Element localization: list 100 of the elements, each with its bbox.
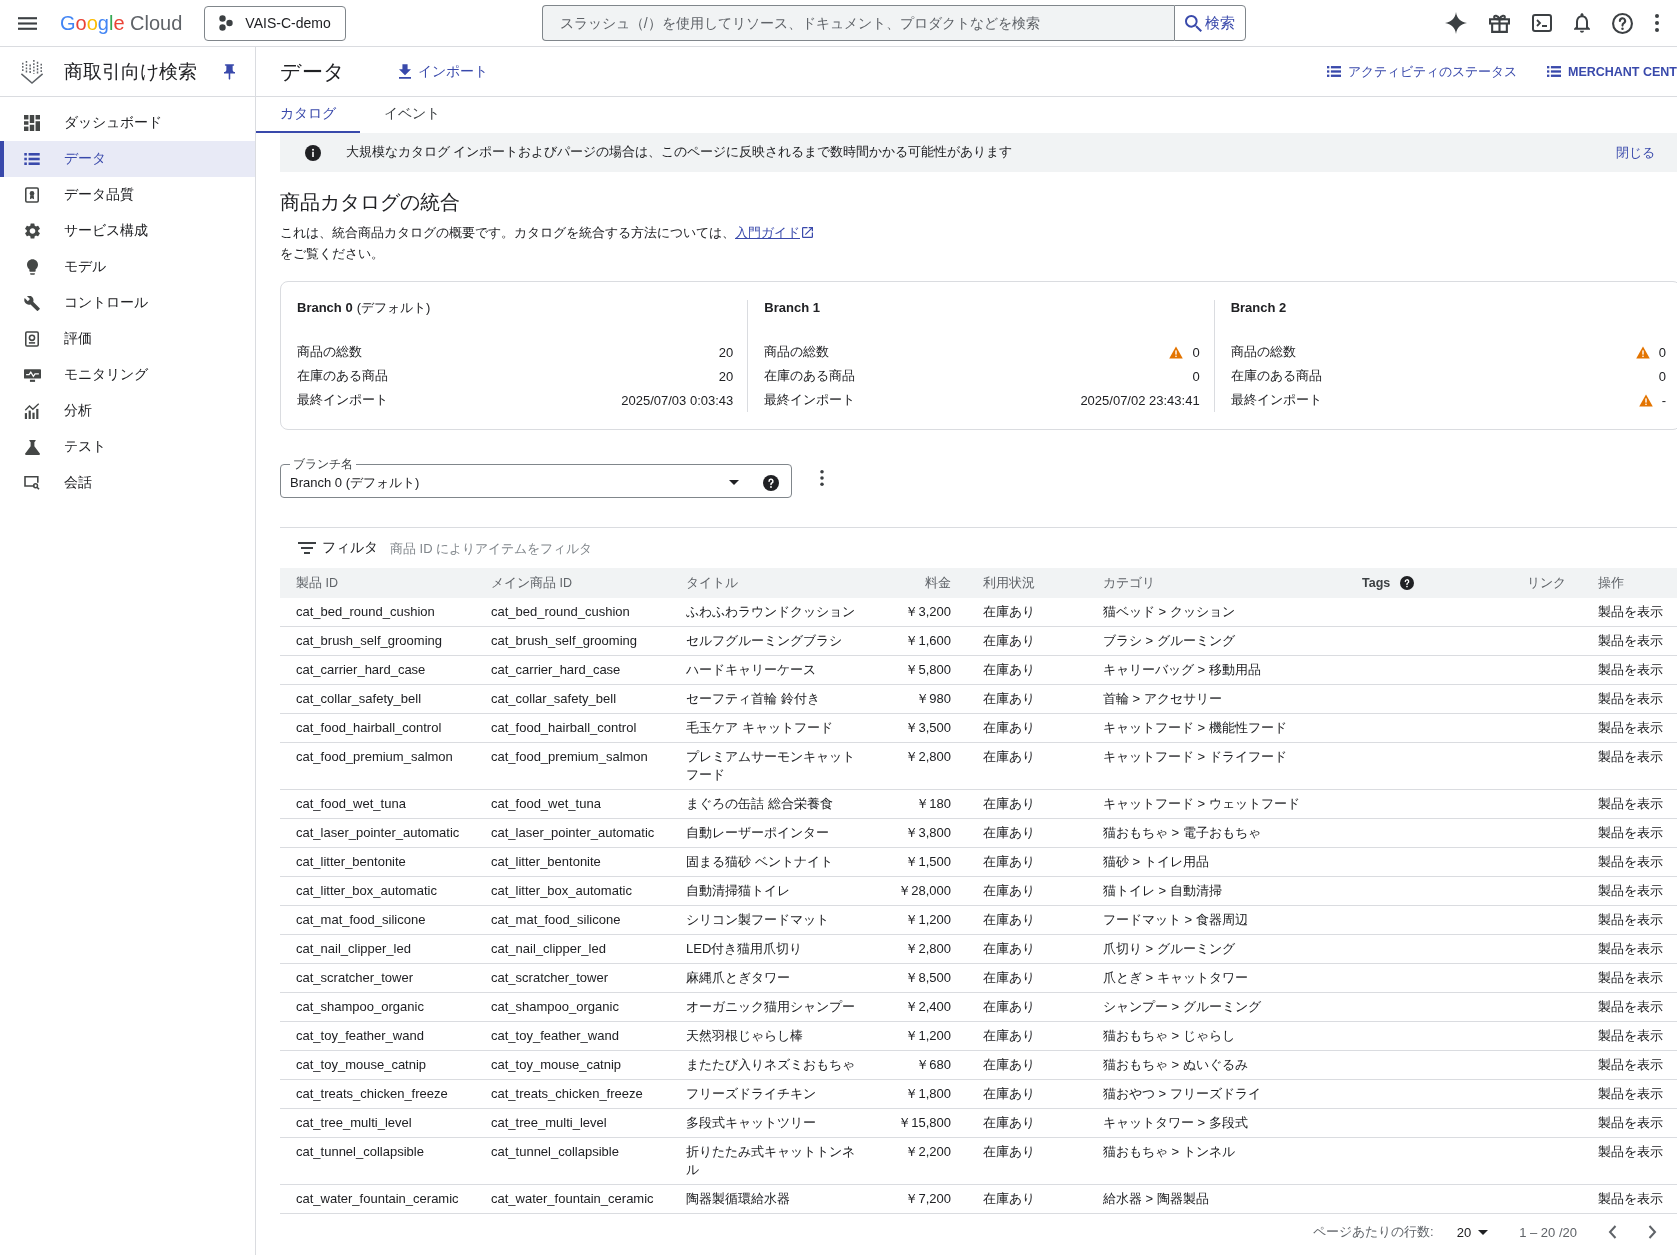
view-product-link[interactable]: 製品を表示 bbox=[1598, 912, 1663, 927]
table-cell-text: cat_litter_box_automatic bbox=[295, 882, 438, 900]
view-product-link[interactable]: 製品を表示 bbox=[1598, 796, 1663, 811]
sparkle-icon[interactable] bbox=[1445, 12, 1467, 34]
terminal-icon[interactable] bbox=[1532, 14, 1552, 32]
search-field[interactable]: スラッシュ（/）を使用してリソース、ドキュメント、プロダクトなどを検索 bbox=[541, 5, 1174, 41]
view-product-link[interactable]: 製品を表示 bbox=[1598, 749, 1663, 764]
view-product-link[interactable]: 製品を表示 bbox=[1598, 720, 1663, 735]
table-cell-text: 爪とぎ > キャットタワー bbox=[1102, 969, 1249, 987]
project-picker[interactable]: VAIS-C-demo bbox=[204, 5, 346, 41]
table-cell-text: cat_toy_mouse_catnip bbox=[295, 1056, 428, 1074]
nav-item[interactable]: ダッシュボード bbox=[0, 105, 255, 141]
view-product-link[interactable]: 製品を表示 bbox=[1598, 883, 1663, 898]
list-icon bbox=[1546, 66, 1561, 77]
nav-item[interactable]: サービス構成 bbox=[0, 213, 255, 249]
nav-item[interactable]: データ bbox=[0, 141, 255, 177]
view-product-link[interactable]: 製品を表示 bbox=[1598, 1086, 1663, 1101]
tab[interactable]: イベント bbox=[360, 97, 464, 133]
table-cell-text: ￥680 bbox=[915, 1056, 952, 1074]
help-icon[interactable] bbox=[763, 474, 779, 491]
menu-icon[interactable] bbox=[18, 16, 37, 30]
nav-item[interactable]: 分析 bbox=[0, 393, 255, 429]
search-button[interactable]: 検索 bbox=[1173, 5, 1246, 41]
view-product-link[interactable]: 製品を表示 bbox=[1598, 999, 1663, 1014]
stat-value: 2025/07/03 0:03:43 bbox=[621, 392, 734, 408]
more-icon[interactable] bbox=[1655, 14, 1659, 32]
table-cell-text: cat_water_fountain_ceramic bbox=[490, 1190, 655, 1208]
view-product-link[interactable]: 製品を表示 bbox=[1598, 854, 1663, 869]
help-icon[interactable] bbox=[1400, 576, 1415, 590]
nav-item[interactable]: コントロール bbox=[0, 285, 255, 321]
column-header: Tags bbox=[1362, 576, 1391, 590]
table-cell-text: シャンプー > グルーミング bbox=[1102, 998, 1262, 1016]
header-link[interactable]: アクティビティのステータス bbox=[1326, 62, 1517, 81]
table-cell-text: ￥3,800 bbox=[904, 824, 952, 842]
table-cell-text: cat_food_premium_salmon bbox=[490, 748, 649, 766]
view-product-link[interactable]: 製品を表示 bbox=[1598, 1028, 1663, 1043]
table-cell-text: ￥3,500 bbox=[904, 719, 952, 737]
more-icon[interactable] bbox=[820, 469, 824, 486]
nav-item[interactable]: モデル bbox=[0, 249, 255, 285]
table-cell-text: ふわふわラウンドクッション bbox=[685, 603, 856, 621]
view-product-link[interactable]: 製品を表示 bbox=[1598, 1115, 1663, 1130]
view-product-link[interactable]: 製品を表示 bbox=[1598, 825, 1663, 840]
view-product-link[interactable]: 製品を表示 bbox=[1598, 1191, 1663, 1206]
table-cell-text: 在庫あり bbox=[982, 853, 1036, 871]
branch-title: Branch 2 bbox=[1230, 300, 1288, 316]
table-cell-text: まぐろの缶詰 総合栄養食 bbox=[685, 795, 834, 813]
view-product-link[interactable]: 製品を表示 bbox=[1598, 662, 1663, 677]
table-cell-text: ハードキャリーケース bbox=[685, 661, 817, 679]
table-cell-text: cat_bed_round_cushion bbox=[295, 603, 436, 621]
table-cell-text: ￥2,800 bbox=[904, 748, 952, 766]
close-link[interactable]: 閉じる bbox=[1616, 143, 1655, 162]
table-cell-text: ￥2,200 bbox=[904, 1143, 952, 1161]
branch-select[interactable]: ブランチ名 Branch 0 (デフォルト) bbox=[280, 457, 792, 498]
nav-item[interactable]: 評価 bbox=[0, 321, 255, 357]
table-cell-text: cat_toy_feather_wand bbox=[490, 1027, 620, 1045]
view-product-link[interactable]: 製品を表示 bbox=[1598, 1057, 1663, 1072]
stat-label: 最終インポート bbox=[297, 391, 388, 409]
caret-icon bbox=[729, 480, 739, 485]
table-cell-text: cat_collar_safety_bell bbox=[490, 690, 618, 708]
gift-icon[interactable] bbox=[1489, 13, 1510, 33]
view-product-link[interactable]: 製品を表示 bbox=[1598, 1144, 1663, 1159]
view-product-link[interactable]: 製品を表示 bbox=[1598, 633, 1663, 648]
stat-label: 最終インポート bbox=[764, 391, 856, 409]
bar-chart-icon bbox=[24, 403, 40, 419]
table-cell-text: ￥7,200 bbox=[904, 1190, 952, 1208]
table-cell-text: ￥1,600 bbox=[904, 632, 952, 650]
table-cell-text: cat_laser_pointer_automatic bbox=[490, 824, 656, 842]
table-cell-text: cat_tunnel_collapsible bbox=[295, 1143, 425, 1161]
filter-field[interactable]: 商品 ID によりアイテムをフィルタ bbox=[390, 537, 810, 559]
nav-item[interactable]: データ品質 bbox=[0, 177, 255, 213]
stat-label: 在庫のある商品 bbox=[297, 367, 388, 385]
pin-icon[interactable] bbox=[224, 63, 235, 80]
table-cell-text: 猫砂 > トイレ用品 bbox=[1102, 853, 1210, 871]
bell-icon[interactable] bbox=[1574, 13, 1590, 33]
nav-item[interactable]: テスト bbox=[0, 429, 255, 465]
view-product-link[interactable]: 製品を表示 bbox=[1598, 941, 1663, 956]
table-cell-text: cat_scratcher_tower bbox=[295, 969, 415, 987]
table-cell-text: cat_brush_self_grooming bbox=[295, 632, 443, 650]
stat-label: 最終インポート bbox=[1230, 391, 1322, 409]
dashboard-icon bbox=[24, 115, 40, 131]
guide-link[interactable]: 入門ガイド bbox=[735, 225, 813, 240]
import-link[interactable]: インポート bbox=[399, 62, 488, 81]
view-product-link[interactable]: 製品を表示 bbox=[1598, 691, 1663, 706]
table-cell-text: 給水器 > 陶器製品 bbox=[1102, 1190, 1210, 1208]
table-cell-text: cat_brush_self_grooming bbox=[490, 632, 638, 650]
help-icon[interactable] bbox=[1612, 12, 1633, 34]
view-product-link[interactable]: 製品を表示 bbox=[1598, 604, 1663, 619]
view-product-link[interactable]: 製品を表示 bbox=[1598, 970, 1663, 985]
table-cell-text: cat_carrier_hard_case bbox=[490, 661, 622, 679]
header-link[interactable]: MERCHANT CENT bbox=[1546, 64, 1677, 79]
chevron-right-icon[interactable] bbox=[1648, 1225, 1657, 1239]
nav-item[interactable]: モニタリング bbox=[0, 357, 255, 393]
rows-per-page-select[interactable]: 20 bbox=[1456, 1224, 1489, 1240]
stat-label: 在庫のある商品 bbox=[1230, 367, 1322, 385]
nav-item[interactable]: 会話 bbox=[0, 465, 255, 501]
caret-icon bbox=[1478, 1229, 1489, 1235]
chevron-left-icon[interactable] bbox=[1608, 1225, 1617, 1239]
flask-icon bbox=[24, 439, 40, 455]
table-cell-text: フリーズドライチキン bbox=[685, 1085, 817, 1103]
table-cell-text: 在庫あり bbox=[982, 1143, 1036, 1161]
